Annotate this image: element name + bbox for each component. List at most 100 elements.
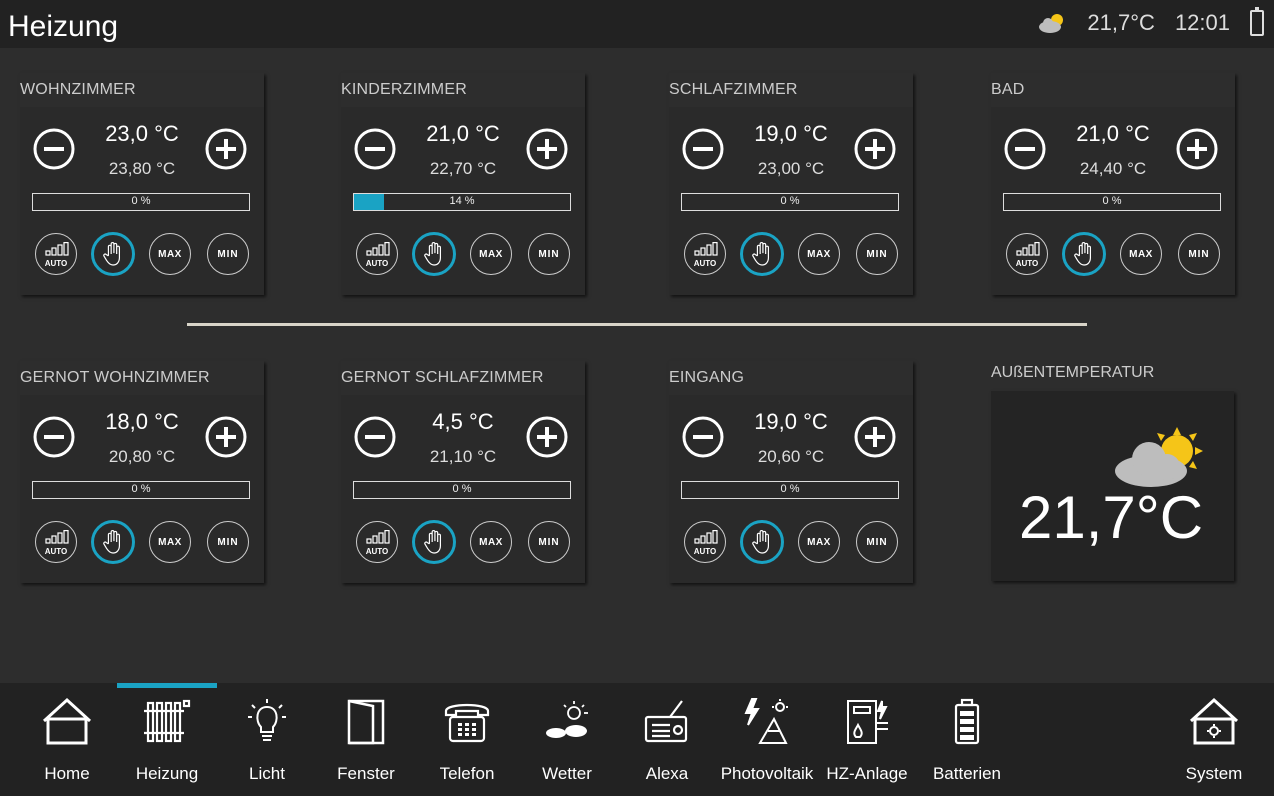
plus-icon bbox=[204, 416, 248, 463]
room-card-wohnzimmer: WOHNZIMMER 23,0 °C 23,80 °C 0 % AUTO MAX… bbox=[20, 73, 264, 295]
auto-mode-button[interactable]: AUTO bbox=[35, 521, 77, 563]
actual-temp: 21,10 °C bbox=[429, 447, 497, 466]
max-label: MAX bbox=[158, 536, 182, 548]
actual-temp: 23,00 °C bbox=[757, 159, 825, 178]
auto-label: AUTO bbox=[44, 547, 68, 556]
min-mode-button[interactable]: MIN bbox=[207, 233, 249, 275]
actual-temp: 23,80 °C bbox=[108, 159, 176, 178]
header-time: 12:01 bbox=[1174, 10, 1230, 35]
weather-icon bbox=[542, 697, 592, 747]
max-mode-button[interactable]: MAX bbox=[798, 521, 840, 563]
manual-mode-button[interactable] bbox=[740, 520, 784, 564]
decrease-temp-button[interactable] bbox=[32, 127, 76, 171]
setpoint-temp: 4,5 °C bbox=[432, 409, 494, 434]
manual-mode-button[interactable] bbox=[1062, 232, 1106, 276]
max-mode-button[interactable]: MAX bbox=[149, 521, 191, 563]
auto-mode-button[interactable]: AUTO bbox=[35, 233, 77, 275]
decrease-temp-button[interactable] bbox=[353, 127, 397, 171]
setpoint-temp: 21,0 °C bbox=[1076, 121, 1150, 146]
setpoint-temp: 19,0 °C bbox=[754, 409, 828, 434]
min-mode-button[interactable]: MIN bbox=[856, 233, 898, 275]
room-title: EINGANG bbox=[669, 369, 745, 386]
manual-mode-button[interactable] bbox=[412, 520, 456, 564]
max-mode-button[interactable]: MAX bbox=[149, 233, 191, 275]
manual-mode-button[interactable] bbox=[740, 232, 784, 276]
plus-icon bbox=[853, 128, 897, 175]
max-mode-button[interactable]: MAX bbox=[1120, 233, 1162, 275]
increase-temp-button[interactable] bbox=[853, 127, 897, 171]
room-card-schlafzimmer: SCHLAFZIMMER 19,0 °C 23,00 °C 0 % AUTO M… bbox=[669, 73, 913, 295]
hand-icon bbox=[423, 241, 445, 267]
solar-panel-icon bbox=[742, 697, 792, 747]
decrease-temp-button[interactable] bbox=[32, 415, 76, 459]
hand-icon bbox=[102, 529, 124, 555]
increase-temp-button[interactable] bbox=[204, 415, 248, 459]
min-mode-button[interactable]: MIN bbox=[207, 521, 249, 563]
room-body: 19,0 °C 20,60 °C 0 % AUTO MAX MIN bbox=[669, 395, 913, 583]
min-label: MIN bbox=[217, 536, 239, 548]
auto-mode-button[interactable]: AUTO bbox=[356, 521, 398, 563]
valve-level-text: 0 % bbox=[131, 195, 151, 207]
room-title: GERNOT SCHLAFZIMMER bbox=[341, 369, 544, 386]
radiator-icon bbox=[142, 697, 192, 747]
actual-temp: 20,60 °C bbox=[757, 447, 825, 466]
outside-temp-value: 21,7°C bbox=[1019, 484, 1204, 551]
min-label: MIN bbox=[538, 536, 560, 548]
min-mode-button[interactable]: MIN bbox=[856, 521, 898, 563]
max-mode-button[interactable]: MAX bbox=[470, 233, 512, 275]
increase-temp-button[interactable] bbox=[853, 415, 897, 459]
min-label: MIN bbox=[866, 536, 888, 548]
max-label: MAX bbox=[807, 536, 831, 548]
increase-temp-button[interactable] bbox=[525, 415, 569, 459]
min-mode-button[interactable]: MIN bbox=[528, 521, 570, 563]
hand-icon bbox=[751, 529, 773, 555]
max-label: MAX bbox=[1129, 248, 1153, 260]
setpoint-temp: 19,0 °C bbox=[754, 121, 828, 146]
manual-mode-button[interactable] bbox=[91, 520, 135, 564]
actual-temp: 20,80 °C bbox=[108, 447, 176, 466]
actual-temp: 24,40 °C bbox=[1079, 159, 1147, 178]
decrease-temp-button[interactable] bbox=[1003, 127, 1047, 171]
auto-mode-button[interactable]: AUTO bbox=[1006, 233, 1048, 275]
minus-icon bbox=[32, 416, 76, 463]
nav-item-batterien[interactable]: Batterien bbox=[917, 683, 1017, 796]
increase-temp-button[interactable] bbox=[1175, 127, 1219, 171]
max-mode-button[interactable]: MAX bbox=[470, 521, 512, 563]
setpoint-temp: 23,0 °C bbox=[105, 121, 179, 146]
active-indicator bbox=[117, 683, 217, 688]
decrease-temp-button[interactable] bbox=[681, 127, 725, 171]
setpoint-temp: 18,0 °C bbox=[105, 409, 179, 434]
auto-mode-button[interactable]: AUTO bbox=[684, 521, 726, 563]
header-status: 21,7°C 12:01 bbox=[1037, 7, 1264, 36]
auto-mode-button[interactable]: AUTO bbox=[684, 233, 726, 275]
auto-label: AUTO bbox=[44, 259, 68, 268]
manual-mode-button[interactable] bbox=[91, 232, 135, 276]
room-body: 19,0 °C 23,00 °C 0 % AUTO MAX MIN bbox=[669, 107, 913, 295]
radio-icon bbox=[642, 697, 692, 747]
room-card-gernot-schlafzimmer: GERNOT SCHLAFZIMMER 4,5 °C 21,10 °C 0 % … bbox=[341, 361, 585, 583]
minus-icon bbox=[353, 416, 397, 463]
valve-level-text: 0 % bbox=[131, 483, 151, 495]
page-title: Heizung bbox=[8, 10, 119, 43]
max-mode-button[interactable]: MAX bbox=[798, 233, 840, 275]
min-mode-button[interactable]: MIN bbox=[528, 233, 570, 275]
nav-item-system[interactable]: System bbox=[1164, 683, 1264, 796]
min-mode-button[interactable]: MIN bbox=[1178, 233, 1220, 275]
minus-icon bbox=[353, 128, 397, 175]
max-label: MAX bbox=[807, 248, 831, 260]
decrease-temp-button[interactable] bbox=[681, 415, 725, 459]
increase-temp-button[interactable] bbox=[204, 127, 248, 171]
min-label: MIN bbox=[1188, 248, 1210, 260]
valve-level-bar: 0 % bbox=[1003, 193, 1221, 211]
telephone-icon bbox=[442, 697, 492, 747]
manual-mode-button[interactable] bbox=[412, 232, 456, 276]
decrease-temp-button[interactable] bbox=[353, 415, 397, 459]
window-icon bbox=[341, 697, 391, 747]
increase-temp-button[interactable] bbox=[525, 127, 569, 171]
battery-icon bbox=[942, 697, 992, 747]
room-body: 23,0 °C 23,80 °C 0 % AUTO MAX MIN bbox=[20, 107, 264, 295]
plus-icon bbox=[525, 128, 569, 175]
room-title: KINDERZIMMER bbox=[341, 81, 467, 98]
auto-mode-button[interactable]: AUTO bbox=[356, 233, 398, 275]
house-gear-icon bbox=[1189, 697, 1239, 747]
